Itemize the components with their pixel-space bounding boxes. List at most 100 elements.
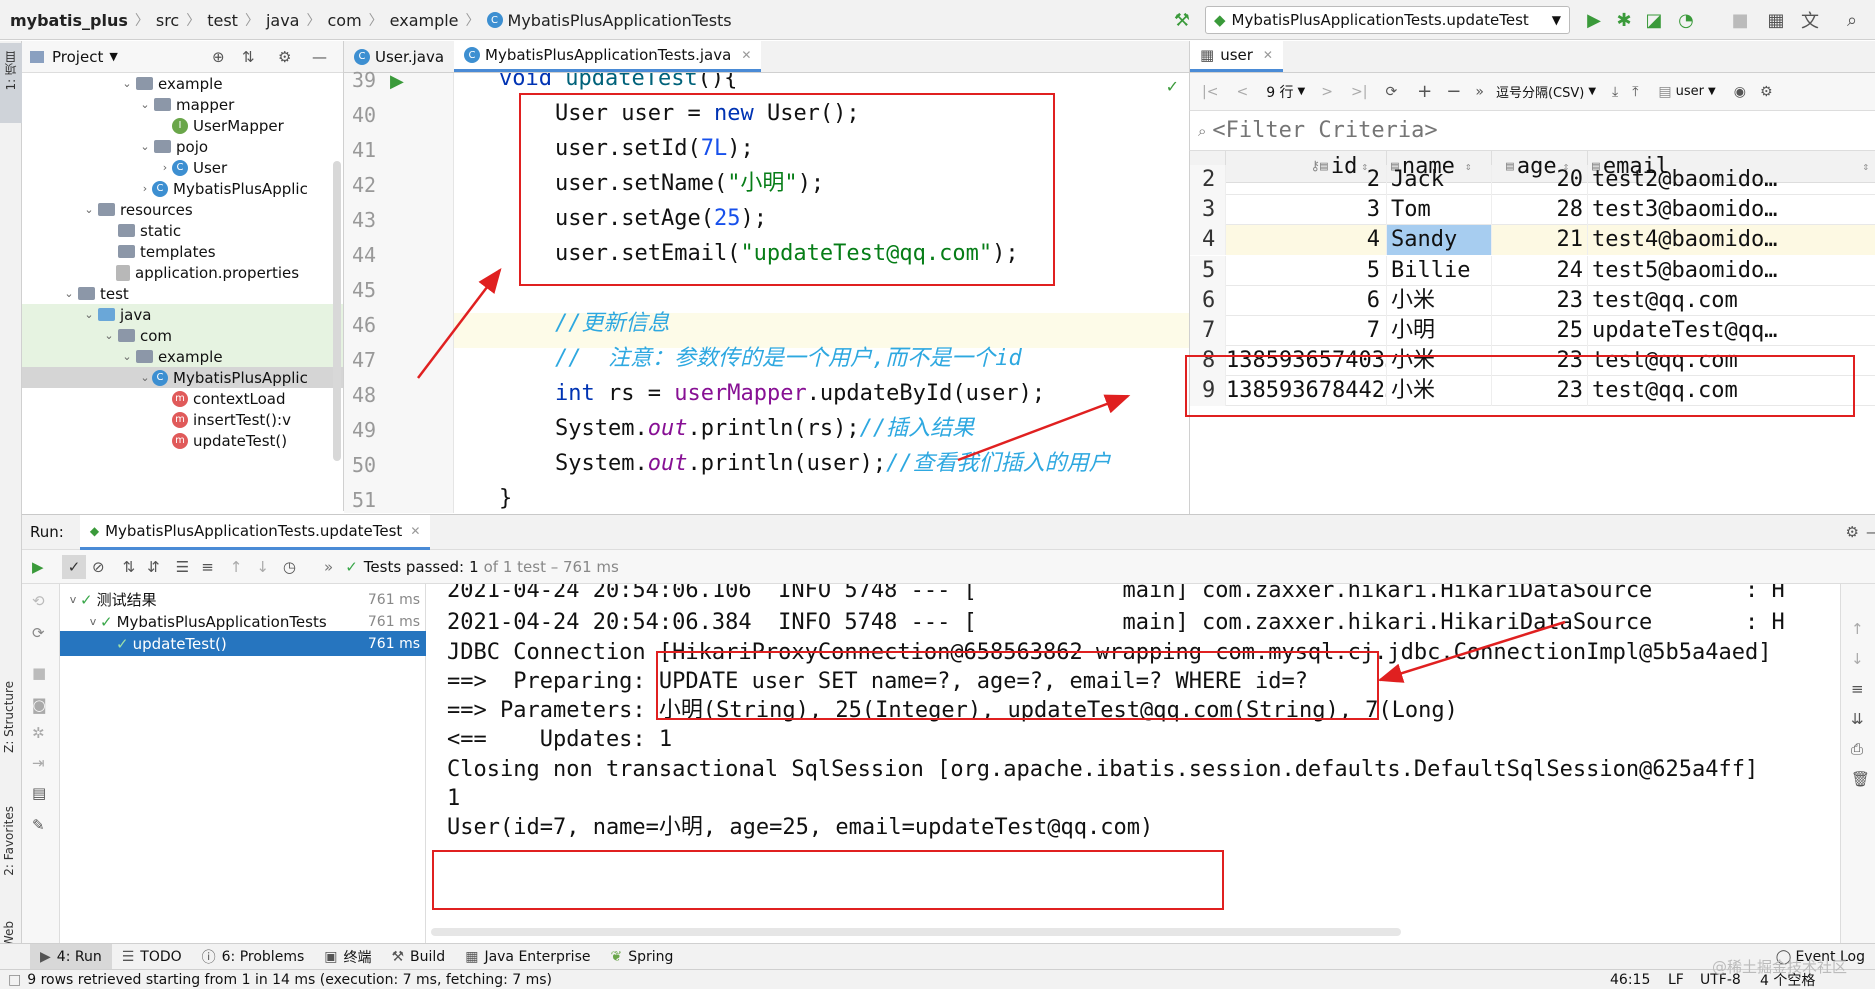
tab-user-table[interactable]: ▦ user ✕ bbox=[1190, 41, 1283, 72]
chevron-down-icon[interactable]: ⌄ bbox=[120, 350, 134, 363]
row-number[interactable]: 5 bbox=[1190, 255, 1226, 286]
first-page-icon[interactable]: |< bbox=[1202, 84, 1218, 100]
delete-row-icon[interactable]: − bbox=[1446, 81, 1461, 102]
tree-item[interactable]: m updateTest() bbox=[22, 430, 343, 451]
cell-id[interactable]: 3 bbox=[1226, 195, 1387, 226]
previous-page-icon[interactable]: < bbox=[1236, 84, 1248, 100]
cell-id[interactable]: 7 bbox=[1226, 316, 1387, 346]
tool-tab-java-enterprise[interactable]: ▦ Java Enterprise bbox=[455, 944, 600, 970]
console-output[interactable]: 2021-04-24 20:54:06.106 INFO 5748 --- [ … bbox=[426, 584, 1840, 943]
row-number[interactable]: 7 bbox=[1190, 316, 1226, 346]
tree-item[interactable]: ⌄ mapper bbox=[22, 94, 343, 115]
hide-icon[interactable]: — bbox=[312, 48, 327, 66]
pin-icon[interactable]: ✎ bbox=[32, 816, 45, 834]
chevron-down-icon[interactable]: ⌄ bbox=[102, 329, 116, 342]
chevron-down-icon[interactable]: ⌄ bbox=[138, 140, 152, 153]
structure-tool-button[interactable]: Z: Structure bbox=[2, 681, 16, 753]
expand-all-icon[interactable]: ☰ bbox=[176, 558, 189, 576]
history-icon[interactable]: ◷ bbox=[283, 558, 296, 576]
toggle-auto-test-icon[interactable]: ⟳ bbox=[32, 624, 45, 642]
collapse-all-icon[interactable]: ⇅ bbox=[242, 48, 255, 66]
cell-email[interactable]: test@qq.com bbox=[1588, 376, 1875, 406]
tool-tab-build[interactable]: ⚒ Build bbox=[381, 944, 455, 970]
cell-name[interactable]: Billie bbox=[1387, 255, 1492, 286]
profile-icon[interactable]: ◔ bbox=[1672, 6, 1700, 34]
breadcrumb-class[interactable]: MybatisPlusApplicationTests bbox=[508, 11, 732, 30]
cell-age[interactable]: 23 bbox=[1492, 346, 1588, 377]
soft-wrap-icon[interactable]: ≡ bbox=[1851, 680, 1864, 698]
show-passed-toggle[interactable]: ✓ bbox=[62, 554, 86, 579]
import-icon[interactable]: ⤒ bbox=[1632, 84, 1638, 100]
tree-item[interactable]: ⌄ C MybatisPlusApplic bbox=[22, 367, 343, 388]
export-icon[interactable]: ⤓ bbox=[1612, 84, 1618, 100]
cell-name[interactable]: 小米 bbox=[1387, 285, 1492, 316]
tree-item[interactable]: › C MybatisPlusApplic bbox=[22, 178, 343, 199]
scroll-up-icon[interactable]: ↑ bbox=[1851, 620, 1864, 638]
test-node-method[interactable]: ✓ updateTest() 761 ms bbox=[60, 631, 426, 656]
tree-item[interactable]: ⌄ example bbox=[22, 73, 343, 94]
project-structure-icon[interactable]: ▦ bbox=[1762, 6, 1790, 34]
next-failed-icon[interactable]: ↓ bbox=[256, 558, 269, 576]
run-configuration-select[interactable]: ◆ MybatisPlusApplicationTests.updateTest… bbox=[1205, 6, 1570, 34]
chevron-right-icon[interactable]: › bbox=[138, 182, 152, 195]
stop-icon[interactable]: ■ bbox=[32, 664, 46, 682]
cell-age[interactable]: 28 bbox=[1492, 195, 1588, 226]
chevron-down-icon[interactable]: ⌄ bbox=[138, 98, 152, 111]
last-page-icon[interactable]: >| bbox=[1351, 84, 1367, 100]
cell-name[interactable]: 小米 bbox=[1387, 376, 1492, 407]
tool-tab-spring[interactable]: ❦ Spring bbox=[600, 944, 683, 970]
print-icon[interactable]: ⎙ bbox=[1851, 740, 1863, 758]
gear-icon[interactable]: ⚙ bbox=[278, 48, 291, 66]
scroll-to-end-icon[interactable]: ⇊ bbox=[1851, 710, 1864, 728]
rerun-icon[interactable]: ▶ bbox=[32, 558, 54, 576]
export-format-select[interactable]: 逗号分隔(CSV) bbox=[1496, 82, 1584, 101]
breadcrumb-java[interactable]: java bbox=[266, 11, 300, 30]
tree-item[interactable]: ⌄ java bbox=[22, 304, 343, 325]
close-icon[interactable]: ✕ bbox=[1263, 48, 1273, 62]
tab-tests-java[interactable]: C MybatisPlusApplicationTests.java ✕ bbox=[454, 41, 762, 72]
cell-id[interactable]: 138593678442… bbox=[1226, 376, 1387, 407]
cell-id[interactable]: 138593657403… bbox=[1226, 346, 1387, 377]
cell-age[interactable]: 24 bbox=[1492, 255, 1588, 286]
tree-item[interactable]: ⌄ pojo bbox=[22, 136, 343, 157]
collapse-all-icon[interactable]: ≡ bbox=[201, 558, 214, 576]
table-row[interactable]: 5 5 Billie 24 test5@baomido… bbox=[1190, 255, 1875, 286]
run-icon[interactable]: ▶ bbox=[1580, 6, 1608, 34]
tool-tab-terminal[interactable]: ▣ 终端 bbox=[314, 944, 381, 970]
cell-name[interactable]: Jack bbox=[1387, 165, 1492, 195]
sort-by-duration-icon[interactable]: ⇵ bbox=[147, 558, 160, 576]
cell-name[interactable]: 小明 bbox=[1387, 316, 1492, 346]
search-everywhere-icon[interactable]: ⌕ bbox=[1838, 6, 1866, 34]
code-editor[interactable]: void updateTest(){ User user = new User(… bbox=[454, 73, 1189, 513]
next-page-icon[interactable]: > bbox=[1321, 84, 1333, 100]
row-number[interactable]: 3 bbox=[1190, 195, 1226, 226]
cell-name[interactable]: Sandy bbox=[1387, 225, 1492, 256]
project-tool-button[interactable]: 1: 项目 bbox=[2, 51, 19, 91]
project-panel-title[interactable]: Project bbox=[52, 48, 103, 66]
cell-age[interactable]: 21 bbox=[1492, 225, 1588, 256]
settings-icon[interactable]: ✲ bbox=[32, 724, 45, 742]
cell-id[interactable]: 6 bbox=[1226, 285, 1387, 316]
close-icon[interactable]: ✕ bbox=[741, 48, 751, 62]
breadcrumb-project[interactable]: mybatis_plus bbox=[10, 11, 128, 30]
chevron-down-icon[interactable]: ⌄ bbox=[82, 203, 96, 216]
cell-age[interactable]: 23 bbox=[1492, 285, 1588, 316]
cell-email[interactable]: test@qq.com bbox=[1588, 286, 1875, 316]
chevron-down-icon[interactable]: ▼ bbox=[109, 50, 117, 63]
exit-icon[interactable]: ⇥ bbox=[32, 754, 45, 772]
run-test-gutter-icon[interactable]: ▶ bbox=[390, 71, 404, 92]
schema-select[interactable]: user bbox=[1676, 84, 1704, 99]
table-row[interactable]: 7 7 小明 25 updateTest@qq… bbox=[1190, 316, 1875, 346]
tool-tab-run[interactable]: ▶ 4: Run bbox=[30, 943, 112, 970]
tree-item[interactable]: static bbox=[22, 220, 343, 241]
cell-email[interactable]: updateTest@qq… bbox=[1588, 316, 1875, 346]
tree-item[interactable]: m contextLoad bbox=[22, 388, 343, 409]
sort-alphabetically-icon[interactable]: ⇅ bbox=[123, 558, 136, 576]
cell-age[interactable]: 25 bbox=[1492, 316, 1588, 346]
breadcrumb-com[interactable]: com bbox=[327, 11, 361, 30]
previous-failed-icon[interactable]: ↑ bbox=[230, 558, 243, 576]
table-row[interactable]: 4 4 Sandy 21 test4@baomido… bbox=[1190, 225, 1875, 256]
breadcrumb-src[interactable]: src bbox=[156, 11, 179, 30]
row-number[interactable]: 8 bbox=[1190, 346, 1226, 377]
hammer-build-icon[interactable]: ⚒ bbox=[1168, 6, 1196, 34]
